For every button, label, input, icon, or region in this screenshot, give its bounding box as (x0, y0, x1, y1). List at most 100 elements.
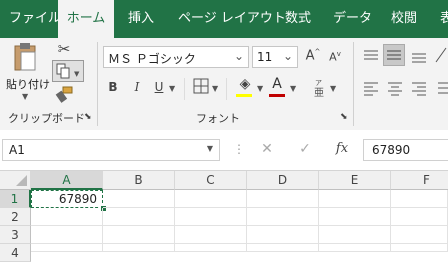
copy-button[interactable]: ▼ (52, 60, 84, 82)
column-header-f[interactable]: F (391, 171, 448, 190)
shrink-font-button[interactable]: Av (327, 50, 343, 64)
font-size-value: 11 (257, 50, 273, 64)
align-left-icon[interactable] (362, 80, 380, 96)
font-color-icon[interactable]: A (269, 76, 285, 92)
tab-file[interactable]: ファイル (9, 0, 61, 38)
font-name-combobox[interactable]: ＭＳ Ｐゴシック ⌄ (103, 46, 249, 68)
align-center-icon[interactable] (386, 80, 404, 96)
fill-color-dropdown-arrow[interactable]: ▼ (257, 84, 263, 93)
cell-a3[interactable] (31, 226, 103, 244)
name-box[interactable]: A1 ▼ (2, 139, 220, 161)
cell-c2[interactable] (175, 208, 247, 226)
cell-e4[interactable] (319, 244, 391, 252)
chevron-down-icon[interactable]: ⌄ (234, 49, 244, 63)
cell-a4[interactable] (31, 244, 103, 252)
cell-f3[interactable] (391, 226, 448, 244)
cell-f2[interactable] (391, 208, 448, 226)
font-name-value: ＭＳ Ｐゴシック (108, 52, 196, 66)
format-painter-icon[interactable] (54, 86, 74, 104)
formula-input[interactable]: 67890 (363, 139, 448, 161)
tab-home[interactable]: ホーム (58, 0, 114, 38)
chevron-down-icon[interactable]: ⌄ (283, 49, 293, 63)
clipboard-icon (14, 43, 36, 71)
cut-icon[interactable]: ✂ (54, 40, 74, 58)
borders-icon[interactable] (192, 78, 210, 96)
cell-c4[interactable] (175, 244, 247, 252)
phonetic-guide-icon[interactable]: ア亜 (313, 76, 327, 99)
top-align-icon[interactable] (362, 48, 380, 64)
column-header-d[interactable]: D (247, 171, 319, 190)
group-separator (97, 42, 98, 126)
cell-e3[interactable] (319, 226, 391, 244)
cell-f1[interactable] (391, 190, 448, 208)
enter-icon[interactable]: ✓ (296, 141, 314, 157)
grow-font-button[interactable]: A^ (305, 48, 321, 63)
borders-dropdown-arrow[interactable]: ▼ (212, 84, 218, 93)
cancel-icon[interactable]: ✕ (258, 141, 276, 157)
cell-b2[interactable] (103, 208, 175, 226)
select-all-corner[interactable] (0, 171, 31, 190)
clipboard-group-label: クリップボード (8, 112, 85, 125)
dialog-launcher-icon[interactable]: ⬊ (340, 112, 348, 122)
font-size-combobox[interactable]: 11 ⌄ (252, 46, 298, 68)
cell-d3[interactable] (247, 226, 319, 244)
cell-f4[interactable] (391, 244, 448, 252)
tab-data[interactable]: データ (333, 0, 372, 38)
tab-page-layout[interactable]: ページ レイアウト (178, 0, 286, 38)
font-color-dropdown-arrow[interactable]: ▼ (290, 84, 296, 93)
row-header-4[interactable]: 4 (0, 244, 31, 262)
phonetic-dropdown-arrow[interactable]: ▼ (330, 84, 336, 93)
cell-c3[interactable] (175, 226, 247, 244)
indent-icon[interactable] (434, 80, 448, 96)
cell-e2[interactable] (319, 208, 391, 226)
tab-review[interactable]: 校閲 (391, 0, 417, 38)
paste-dropdown-arrow[interactable]: ▼ (22, 92, 28, 101)
cell-d2[interactable] (247, 208, 319, 226)
chevron-down-icon[interactable]: ▼ (207, 144, 213, 153)
svg-text:ア: ア (315, 79, 322, 87)
cell-b3[interactable] (103, 226, 175, 244)
formula-value: 67890 (372, 143, 411, 157)
tab-insert[interactable]: 挿入 (128, 0, 154, 38)
align-right-icon[interactable] (410, 80, 428, 96)
formula-bar-area: A1 ▼ ⋮ ✕ ✓ fx 67890 (0, 130, 448, 171)
tab-view[interactable]: 表 (440, 0, 448, 38)
paste-button[interactable]: 貼り付け ▼ (6, 42, 50, 101)
column-header-e[interactable]: E (319, 171, 391, 190)
cell-c1[interactable] (175, 190, 247, 208)
cell-b1[interactable] (103, 190, 175, 208)
underline-button[interactable]: U (152, 80, 166, 94)
svg-text:▼: ▼ (74, 70, 80, 78)
insert-function-icon[interactable]: fx (332, 141, 352, 156)
orientation-icon[interactable] (434, 46, 448, 64)
shrink-font-icon: A (329, 50, 337, 64)
bold-button[interactable]: B (106, 80, 120, 94)
cell-d4[interactable] (247, 244, 319, 252)
underline-dropdown-arrow[interactable]: ▼ (169, 84, 175, 93)
button-separator (226, 78, 227, 100)
middle-align-button[interactable] (383, 44, 405, 66)
cell-b4[interactable] (103, 244, 175, 252)
row-header-2[interactable]: 2 (0, 208, 31, 226)
row-header-3[interactable]: 3 (0, 226, 31, 244)
group-separator (353, 42, 354, 126)
cell-a2[interactable] (31, 208, 103, 226)
name-box-value: A1 (9, 143, 25, 157)
row-header-1[interactable]: 1 (0, 190, 31, 208)
grip-icon: ⋮ (233, 142, 245, 156)
dialog-launcher-icon[interactable]: ⬊ (84, 112, 92, 122)
cell-e1[interactable] (319, 190, 391, 208)
column-header-a[interactable]: A (31, 171, 103, 190)
fill-color-icon[interactable]: ◈ (236, 76, 254, 96)
bottom-align-icon[interactable] (410, 48, 428, 64)
paste-label: 貼り付け (6, 78, 50, 91)
column-header-b[interactable]: B (103, 171, 175, 190)
cell-d1[interactable] (247, 190, 319, 208)
cell-a1[interactable]: 67890 (31, 190, 103, 208)
italic-button[interactable]: I (130, 80, 144, 94)
worksheet-grid: A B C D E F 1 2 3 4 67890 (0, 171, 448, 262)
column-header-c[interactable]: C (175, 171, 247, 190)
tab-formulas[interactable]: 数式 (285, 0, 311, 38)
copy-icon: ▼ (56, 63, 80, 79)
svg-text:亜: 亜 (314, 88, 324, 98)
